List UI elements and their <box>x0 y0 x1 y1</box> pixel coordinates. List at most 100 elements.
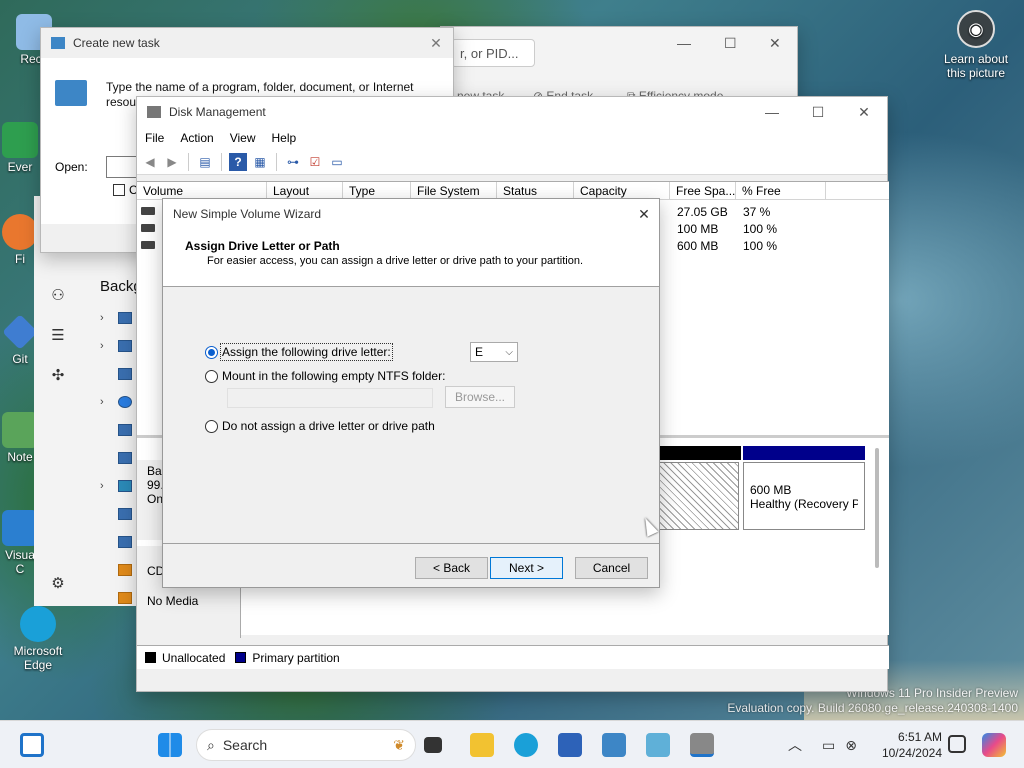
checklist-icon[interactable]: ☑ <box>306 153 324 171</box>
no-letter-radio[interactable] <box>205 420 218 433</box>
new-simple-volume-wizard: New Simple Volume Wizard ✕ Assign Drive … <box>162 198 660 588</box>
back-button[interactable]: < Back <box>415 557 488 579</box>
column-free-space[interactable]: Free Spa... <box>670 182 736 199</box>
list-icon[interactable]: ☰ <box>48 326 68 346</box>
wizard-titlebar: New Simple Volume Wizard ✕ <box>163 199 659 229</box>
mount-folder-label[interactable]: Mount in the following empty NTFS folder… <box>222 369 445 383</box>
chevron-up-icon[interactable]: ︿ <box>788 735 802 755</box>
page-title: Assign Drive Letter or Path <box>185 239 340 253</box>
minimize-button[interactable]: — <box>677 35 691 51</box>
recovery-partition[interactable]: 600 MB Healthy (Recovery Pa <box>743 462 865 530</box>
column-percent-free[interactable]: % Free <box>736 182 826 199</box>
folder-icon <box>118 452 132 464</box>
page-subtitle: For easier access, you can assign a driv… <box>207 255 584 267</box>
app-icon <box>2 122 38 158</box>
menu-help[interactable]: Help <box>264 127 305 149</box>
folder-icon <box>118 312 132 324</box>
no-letter-label[interactable]: Do not assign a drive letter or drive pa… <box>222 419 435 433</box>
key-icon <box>118 564 132 576</box>
mount-folder-radio[interactable] <box>205 370 218 383</box>
cancel-button[interactable]: Cancel <box>575 557 648 579</box>
menu-view[interactable]: View <box>222 127 264 149</box>
clock[interactable]: 6:51 AM 10/24/2024 <box>872 729 942 761</box>
learn-about-picture[interactable]: ◉ Learn about this picture <box>936 10 1016 80</box>
minimize-button[interactable]: — <box>749 104 795 121</box>
unallocated-space[interactable] <box>659 462 739 530</box>
git-icon <box>2 314 38 350</box>
open-label: Open: <box>55 160 88 174</box>
scrollbar[interactable] <box>875 448 879 568</box>
folder-path-input[interactable] <box>227 388 433 408</box>
monitor-icon <box>118 480 132 492</box>
chevron-down-icon: ⌵ <box>505 346 513 358</box>
close-button[interactable]: ✕ <box>629 206 659 223</box>
chevron-right-icon: › <box>100 480 104 492</box>
drive-letter-select[interactable]: E ⌵ <box>470 342 518 362</box>
console-tree-icon[interactable]: ▤ <box>196 153 214 171</box>
folder-icon <box>118 536 132 548</box>
browse-button[interactable]: Browse... <box>445 386 515 408</box>
maximize-button[interactable]: ☐ <box>795 104 841 121</box>
wizard-header: Assign Drive Letter or Path For easier a… <box>163 229 659 287</box>
notepad-icon <box>2 412 38 448</box>
drive-icon <box>141 224 155 232</box>
notification-icon[interactable] <box>948 735 966 753</box>
column-status[interactable]: Status <box>497 182 574 199</box>
file-explorer-icon[interactable] <box>470 733 494 757</box>
close-button[interactable]: ✕ <box>769 35 781 52</box>
unallocated-swatch <box>145 652 156 663</box>
next-button[interactable]: Next > <box>490 557 563 579</box>
remote-desktop-icon[interactable] <box>646 733 670 757</box>
menu-file[interactable]: File <box>137 127 172 149</box>
primary-partition-swatch <box>235 652 247 663</box>
menu-bar: File Action View Help <box>137 127 887 149</box>
taskbar-search[interactable]: ⌕ Search ❦ <box>196 729 416 761</box>
column-file-system[interactable]: File System <box>411 182 497 199</box>
folder-icon <box>118 368 132 380</box>
column-layout[interactable]: Layout <box>267 182 343 199</box>
start-icon[interactable] <box>158 733 182 757</box>
unallocated-bar <box>659 446 741 460</box>
key-icon <box>118 592 132 604</box>
menu-action[interactable]: Action <box>172 127 221 149</box>
folder-icon <box>118 340 132 352</box>
assign-letter-label[interactable]: Assign the following drive letter: <box>220 343 393 361</box>
edge-icon[interactable] <box>514 733 538 757</box>
network-icon[interactable]: ▭ <box>822 737 835 754</box>
forward-arrow-icon[interactable]: ▶ <box>163 153 181 171</box>
assign-letter-radio[interactable] <box>205 346 218 359</box>
primary-partition-bar <box>743 446 865 460</box>
column-volume[interactable]: Volume <box>137 182 267 199</box>
folder-icon <box>118 424 132 436</box>
drive-icon <box>141 207 155 215</box>
connect-icon[interactable]: ⊶ <box>284 153 302 171</box>
maximize-button[interactable]: ☐ <box>724 35 737 52</box>
puzzle-icon[interactable]: ✣ <box>48 366 68 386</box>
copilot-icon[interactable] <box>982 733 1006 757</box>
admin-checkbox[interactable] <box>113 184 125 196</box>
store-icon[interactable] <box>558 733 582 757</box>
properties-icon[interactable]: ▭ <box>328 153 346 171</box>
gear-icon[interactable]: ⚙ <box>48 574 68 594</box>
task-manager-icon[interactable] <box>602 733 626 757</box>
volume-muted-icon[interactable]: ⊗ <box>845 737 857 754</box>
desktop-icon-microsoft-edge[interactable]: Microsoft Edge <box>6 606 70 672</box>
column-type[interactable]: Type <box>343 182 411 199</box>
process-search-input[interactable]: r, or PID... <box>451 39 535 67</box>
disk-management-icon[interactable] <box>690 733 714 757</box>
people-icon[interactable]: ⚇ <box>48 286 68 306</box>
close-button[interactable]: ✕ <box>841 104 887 121</box>
back-arrow-icon[interactable]: ◀ <box>141 153 159 171</box>
chevron-right-icon: › <box>100 340 104 352</box>
firefox-icon <box>2 214 38 250</box>
folder-icon <box>118 508 132 520</box>
widgets-icon[interactable] <box>20 733 44 757</box>
help-icon[interactable]: ? <box>229 152 247 171</box>
task-view-icon[interactable] <box>424 737 442 753</box>
view-icon[interactable]: ▦ <box>251 153 269 171</box>
search-icon: ⌕ <box>207 736 215 753</box>
disk-management-icon <box>147 106 161 118</box>
chevron-right-icon: › <box>100 396 104 408</box>
close-button[interactable]: ✕ <box>419 35 453 52</box>
column-capacity[interactable]: Capacity <box>574 182 670 199</box>
